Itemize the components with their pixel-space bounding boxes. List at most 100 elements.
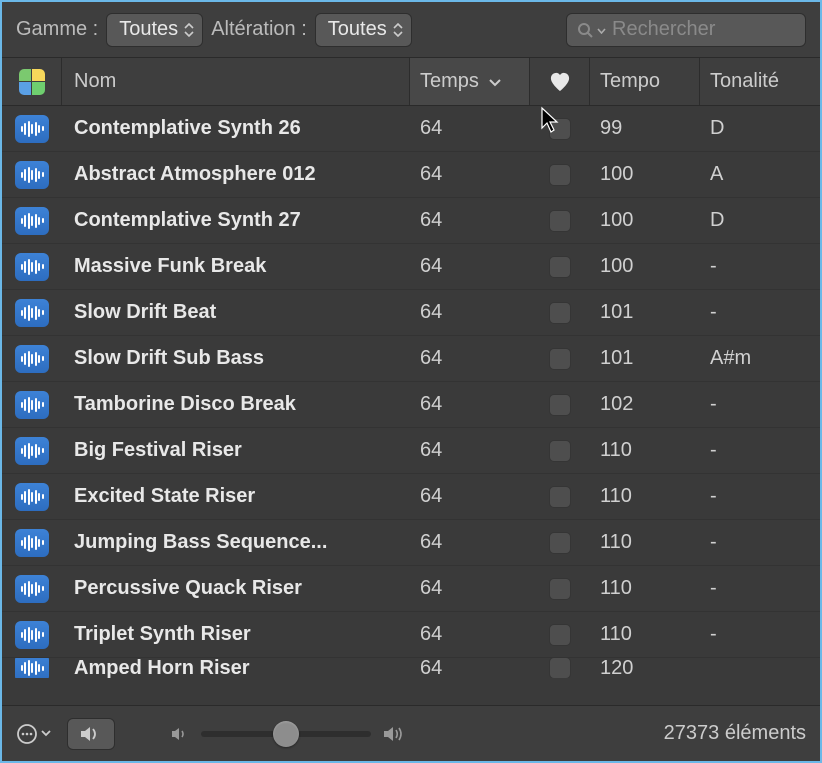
column-temps[interactable]: Temps — [410, 58, 530, 105]
loop-name: Massive Funk Break — [62, 255, 410, 278]
table-header: Nom Temps Tempo Tonalité — [2, 58, 820, 106]
loop-type-icon — [2, 207, 62, 235]
loop-tempo: 102 — [590, 393, 700, 416]
table-row[interactable]: Jumping Bass Sequence... 64 110 - — [2, 520, 820, 566]
column-name[interactable]: Nom — [62, 58, 410, 105]
favorite-checkbox[interactable] — [530, 658, 590, 678]
loop-type-icon — [2, 253, 62, 281]
loop-tempo: 101 — [590, 301, 700, 324]
loop-type-icon — [2, 575, 62, 603]
chevron-down-icon — [41, 730, 51, 738]
table-row[interactable]: Abstract Atmosphere 012 64 100 A — [2, 152, 820, 198]
loop-beats: 64 — [410, 347, 530, 370]
volume-slider[interactable] — [201, 731, 371, 737]
table-row[interactable]: Massive Funk Break 64 100 - — [2, 244, 820, 290]
preview-volume-button[interactable] — [67, 718, 115, 750]
audio-waveform-icon — [15, 299, 49, 327]
loop-beats: 64 — [410, 439, 530, 462]
audio-waveform-icon — [15, 529, 49, 557]
loop-key: - — [700, 485, 820, 508]
favorite-checkbox[interactable] — [530, 578, 590, 600]
table-row[interactable]: Big Festival Riser 64 110 - — [2, 428, 820, 474]
alteration-dropdown[interactable]: Toutes — [315, 13, 412, 47]
favorite-checkbox[interactable] — [530, 486, 590, 508]
favorite-checkbox[interactable] — [530, 302, 590, 324]
speaker-icon — [80, 725, 102, 743]
more-menu-button[interactable] — [16, 718, 51, 750]
favorite-checkbox[interactable] — [530, 256, 590, 278]
loop-key: A#m — [700, 347, 820, 370]
table-row[interactable]: Amped Horn Riser 64 120 — [2, 658, 820, 678]
loop-type-icon — [2, 115, 62, 143]
column-tempo[interactable]: Tempo — [590, 58, 700, 105]
favorite-checkbox[interactable] — [530, 394, 590, 416]
speaker-high-icon — [383, 725, 407, 743]
loop-tempo: 110 — [590, 531, 700, 554]
table-row[interactable]: Contemplative Synth 27 64 100 D — [2, 198, 820, 244]
favorite-checkbox[interactable] — [530, 348, 590, 370]
table-row[interactable]: Slow Drift Beat 64 101 - — [2, 290, 820, 336]
favorite-checkbox[interactable] — [530, 532, 590, 554]
updown-icon — [393, 23, 403, 37]
chevron-down-icon — [489, 74, 501, 90]
audio-waveform-icon — [15, 115, 49, 143]
chevron-down-icon — [597, 23, 606, 37]
audio-waveform-icon — [15, 621, 49, 649]
loop-beats: 64 — [410, 209, 530, 232]
footer-bar: 27373 éléments — [2, 705, 820, 761]
gamme-label: Gamme : — [16, 18, 98, 41]
audio-waveform-icon — [15, 391, 49, 419]
loop-name: Slow Drift Sub Bass — [62, 347, 410, 370]
table-row[interactable]: Slow Drift Sub Bass 64 101 A#m — [2, 336, 820, 382]
loop-name: Contemplative Synth 27 — [62, 209, 410, 232]
search-input[interactable]: Rechercher — [566, 13, 806, 47]
filter-toolbar: Gamme : Toutes Altération : Toutes Reche… — [2, 2, 820, 58]
heart-icon — [549, 72, 571, 92]
volume-slider-group — [171, 725, 407, 743]
loop-name: Slow Drift Beat — [62, 301, 410, 324]
alteration-label: Altération : — [211, 18, 307, 41]
speaker-low-icon — [171, 726, 189, 742]
loop-type-icon — [2, 437, 62, 465]
table-row[interactable]: Excited State Riser 64 110 - — [2, 474, 820, 520]
loop-type-icon — [2, 483, 62, 511]
loop-tempo: 100 — [590, 209, 700, 232]
column-favorite[interactable] — [530, 58, 590, 105]
loop-name: Tamborine Disco Break — [62, 393, 410, 416]
loop-key: D — [700, 117, 820, 140]
loop-type-icon — [2, 161, 62, 189]
loop-beats: 64 — [410, 577, 530, 600]
column-category[interactable] — [2, 58, 62, 105]
table-row[interactable]: Contemplative Synth 26 64 99 D — [2, 106, 820, 152]
column-key[interactable]: Tonalité — [700, 58, 820, 105]
loop-list[interactable]: Contemplative Synth 26 64 99 D Abstract … — [2, 106, 820, 704]
favorite-checkbox[interactable] — [530, 164, 590, 186]
updown-icon — [184, 23, 194, 37]
loop-tempo: 110 — [590, 439, 700, 462]
favorite-checkbox[interactable] — [530, 440, 590, 462]
table-row[interactable]: Tamborine Disco Break 64 102 - — [2, 382, 820, 428]
loop-beats: 64 — [410, 531, 530, 554]
loop-name: Percussive Quack Riser — [62, 577, 410, 600]
loop-beats: 64 — [410, 163, 530, 186]
category-grid-icon — [19, 69, 45, 95]
loop-beats: 64 — [410, 658, 530, 678]
table-row[interactable]: Percussive Quack Riser 64 110 - — [2, 566, 820, 612]
loop-key: - — [700, 577, 820, 600]
favorite-checkbox[interactable] — [530, 624, 590, 646]
audio-waveform-icon — [15, 161, 49, 189]
audio-waveform-icon — [15, 483, 49, 511]
loop-type-icon — [2, 658, 62, 678]
loop-name: Big Festival Riser — [62, 439, 410, 462]
search-placeholder: Rechercher — [612, 18, 715, 41]
favorite-checkbox[interactable] — [530, 210, 590, 232]
favorite-checkbox[interactable] — [530, 118, 590, 140]
loop-key: - — [700, 393, 820, 416]
table-row[interactable]: Triplet Synth Riser 64 110 - — [2, 612, 820, 658]
loop-tempo: 110 — [590, 623, 700, 646]
slider-thumb[interactable] — [273, 721, 299, 747]
loop-beats: 64 — [410, 485, 530, 508]
gamme-dropdown[interactable]: Toutes — [106, 13, 203, 47]
loop-tempo: 99 — [590, 117, 700, 140]
loop-key: - — [700, 255, 820, 278]
